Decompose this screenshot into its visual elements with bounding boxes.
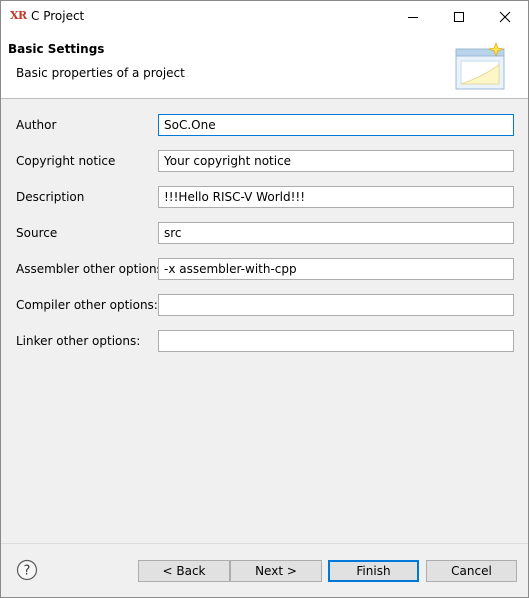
author-input[interactable] — [158, 114, 514, 136]
wizard-header: Basic Settings Basic properties of a pro… — [1, 32, 528, 99]
assembler-options-label: Assembler other options: — [16, 262, 167, 276]
description-label: Description — [16, 190, 85, 204]
footer-divider — [1, 543, 528, 544]
linker-options-input[interactable] — [158, 330, 514, 352]
help-icon[interactable]: ? — [16, 559, 38, 581]
minimize-icon — [408, 16, 418, 18]
wizard-banner-icon — [455, 43, 505, 90]
minimize-button[interactable] — [390, 1, 436, 32]
back-button[interactable]: < Back — [138, 560, 230, 582]
maximize-icon — [454, 11, 464, 22]
title-bar: XR C Project — [1, 1, 528, 32]
form-row-description: Description — [1, 186, 528, 210]
app-icon: XR — [10, 9, 27, 22]
dialog-window: XR C Project Basic Settings Basic proper… — [0, 0, 529, 598]
page-title: Basic Settings — [8, 42, 105, 56]
assembler-options-input[interactable] — [158, 258, 514, 280]
form-row-assembler-options: Assembler other options: — [1, 258, 528, 282]
form-row-copyright: Copyright notice — [1, 150, 528, 174]
close-icon — [499, 11, 511, 22]
svg-text:?: ? — [24, 564, 31, 579]
compiler-options-label: Compiler other options: — [16, 298, 158, 312]
window-title: C Project — [31, 9, 85, 23]
page-description: Basic properties of a project — [16, 66, 185, 80]
form-row-author: Author — [1, 114, 528, 138]
source-label: Source — [16, 226, 58, 240]
maximize-button[interactable] — [436, 1, 482, 32]
cancel-button[interactable]: Cancel — [426, 560, 517, 582]
copyright-input[interactable] — [158, 150, 514, 172]
copyright-label: Copyright notice — [16, 154, 116, 168]
author-label: Author — [16, 118, 57, 132]
next-button[interactable]: Next > — [230, 560, 322, 582]
form-row-linker-options: Linker other options: — [1, 330, 528, 354]
compiler-options-input[interactable] — [158, 294, 514, 316]
finish-button[interactable]: Finish — [328, 560, 419, 582]
source-input[interactable] — [158, 222, 514, 244]
form-row-compiler-options: Compiler other options: — [1, 294, 528, 318]
linker-options-label: Linker other options: — [16, 334, 141, 348]
description-input[interactable] — [158, 186, 514, 208]
form-row-source: Source — [1, 222, 528, 246]
close-button[interactable] — [482, 1, 528, 32]
